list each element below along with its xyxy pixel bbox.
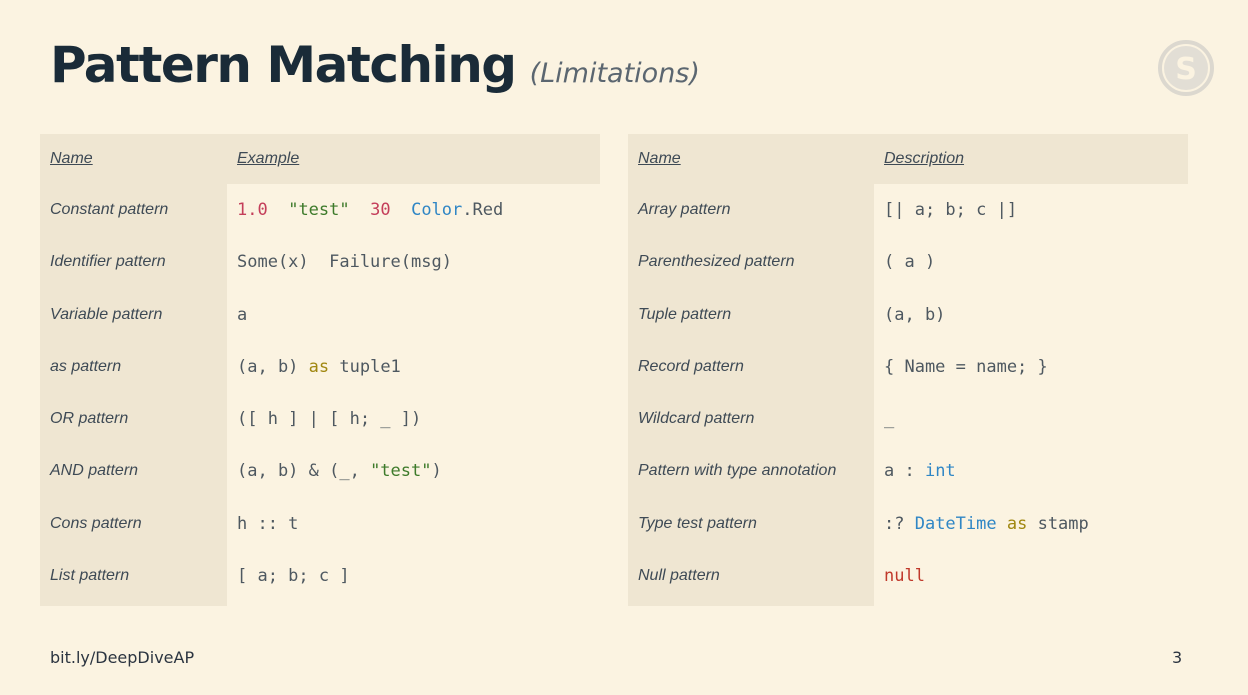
page-subtitle: (Limitations): [529, 58, 700, 89]
code-token: .Red: [462, 200, 504, 221]
code-token: h :: t: [237, 513, 299, 534]
table-row: Variable pattern a: [40, 288, 600, 341]
pattern-name: Record pattern: [628, 340, 874, 393]
code-token: [ a; b; c ]: [237, 565, 350, 586]
skype-icon: S: [1156, 38, 1216, 98]
pattern-example: null: [874, 550, 1188, 602]
table-row: Wildcard pattern _: [628, 393, 1188, 446]
patterns-table-left: Name Example Constant pattern 1.0 "test" …: [40, 134, 600, 606]
pattern-name: Null pattern: [628, 545, 874, 606]
code-token: Some(x) Failure(msg): [237, 252, 452, 273]
code-token: ( a ): [884, 252, 936, 273]
pattern-example: ([ h ] | [ h; _ ]): [227, 393, 600, 445]
table-row: Constant pattern 1.0 "test" 30 Color .Red: [40, 184, 600, 237]
pattern-example: _: [874, 393, 1188, 445]
code-token: int: [924, 461, 956, 482]
pattern-example: [| a; b; c |]: [874, 184, 1188, 236]
code-token: { Name = name; }: [884, 356, 1048, 377]
pattern-example: a : int: [874, 445, 1188, 497]
pattern-example: a: [227, 289, 600, 341]
table-row: Parenthesized pattern ( a ): [628, 236, 1188, 289]
pattern-name: Constant pattern: [40, 184, 227, 237]
table-row: Pattern with type annotation a : int: [628, 445, 1188, 498]
pattern-name: Variable pattern: [40, 288, 227, 341]
code-token: (a, b) & (_,: [237, 461, 371, 482]
table-row: as pattern (a, b) as tuple1: [40, 340, 600, 393]
table-row: Identifier pattern Some(x) Failure(msg): [40, 236, 600, 289]
slide-title: Pattern Matching (Limitations): [50, 36, 700, 94]
skype-letter: S: [1175, 52, 1197, 87]
table-row: Record pattern { Name = name; }: [628, 340, 1188, 393]
code-token: 30: [370, 200, 391, 221]
code-token: Color: [411, 200, 463, 221]
pattern-example: (a, b): [874, 289, 1188, 341]
code-token: tuple1: [329, 356, 401, 377]
code-token: (a, b): [884, 304, 946, 325]
code-token: as: [308, 356, 330, 377]
pattern-name: as pattern: [40, 340, 227, 393]
header-description: Description: [884, 150, 965, 167]
code-token: DateTime: [914, 513, 997, 534]
table-row: Tuple pattern (a, b): [628, 288, 1188, 341]
pattern-name: Type test pattern: [628, 497, 874, 550]
table-row: AND pattern (a, b) & (_, "test"): [40, 445, 600, 498]
code-token: null: [884, 565, 925, 586]
header-name: Name: [638, 150, 681, 167]
pattern-name: Pattern with type annotation: [628, 445, 874, 498]
table-row: Null pattern null: [628, 545, 1188, 606]
table-header-row: Name Description: [628, 134, 1188, 184]
pattern-name: Parenthesized pattern: [628, 236, 874, 289]
pattern-name: Tuple pattern: [628, 288, 874, 341]
header-example: Example: [237, 150, 300, 167]
pattern-example: Some(x) Failure(msg): [227, 236, 600, 288]
code-token: _: [884, 409, 895, 430]
code-token: "test": [288, 200, 350, 221]
table-header-row: Name Example: [40, 134, 600, 184]
table-row: List pattern [ a; b; c ]: [40, 545, 600, 606]
code-token: :?: [884, 513, 915, 534]
table-row: OR pattern ([ h ] | [ h; _ ]): [40, 393, 600, 446]
pattern-example: h :: t: [227, 498, 600, 550]
code-token: a: [237, 304, 248, 325]
pattern-example: [ a; b; c ]: [227, 550, 600, 602]
pattern-example: (a, b) as tuple1: [227, 341, 600, 393]
pattern-example: (a, b) & (_, "test"): [227, 445, 600, 497]
pattern-name: OR pattern: [40, 393, 227, 446]
pattern-name: Wildcard pattern: [628, 393, 874, 446]
pattern-example: { Name = name; }: [874, 341, 1188, 393]
table-row: Cons pattern h :: t: [40, 497, 600, 550]
pattern-name: List pattern: [40, 545, 227, 606]
code-token: stamp: [1027, 513, 1089, 534]
code-token: "test": [370, 461, 432, 482]
pattern-name: Cons pattern: [40, 497, 227, 550]
table-row: Type test pattern:? DateTime as stamp: [628, 497, 1188, 550]
pattern-name: Identifier pattern: [40, 236, 227, 289]
pattern-example: ( a ): [874, 236, 1188, 288]
code-token: a :: [884, 461, 925, 482]
code-token: [| a; b; c |]: [884, 200, 1018, 221]
page-number: 3: [1172, 648, 1183, 667]
code-token: ): [431, 461, 442, 482]
table-row: Array pattern [| a; b; c |]: [628, 184, 1188, 237]
patterns-table-right: Name Description Array pattern [| a; b; c…: [628, 134, 1188, 606]
header-name: Name: [50, 150, 93, 167]
code-token: as: [1006, 513, 1028, 534]
pattern-example: 1.0 "test" 30 Color .Red: [227, 184, 600, 236]
pattern-name: Array pattern: [628, 184, 874, 237]
footer-link[interactable]: bit.ly/DeepDiveAP: [50, 648, 194, 667]
code-token: (a, b): [237, 356, 309, 377]
code-token: 1.0: [237, 200, 268, 221]
pattern-name: AND pattern: [40, 445, 227, 498]
code-token: ([ h ] | [ h; _ ]): [237, 409, 422, 430]
pattern-example: :? DateTime as stamp: [874, 498, 1188, 550]
page-title: Pattern Matching: [50, 36, 517, 94]
